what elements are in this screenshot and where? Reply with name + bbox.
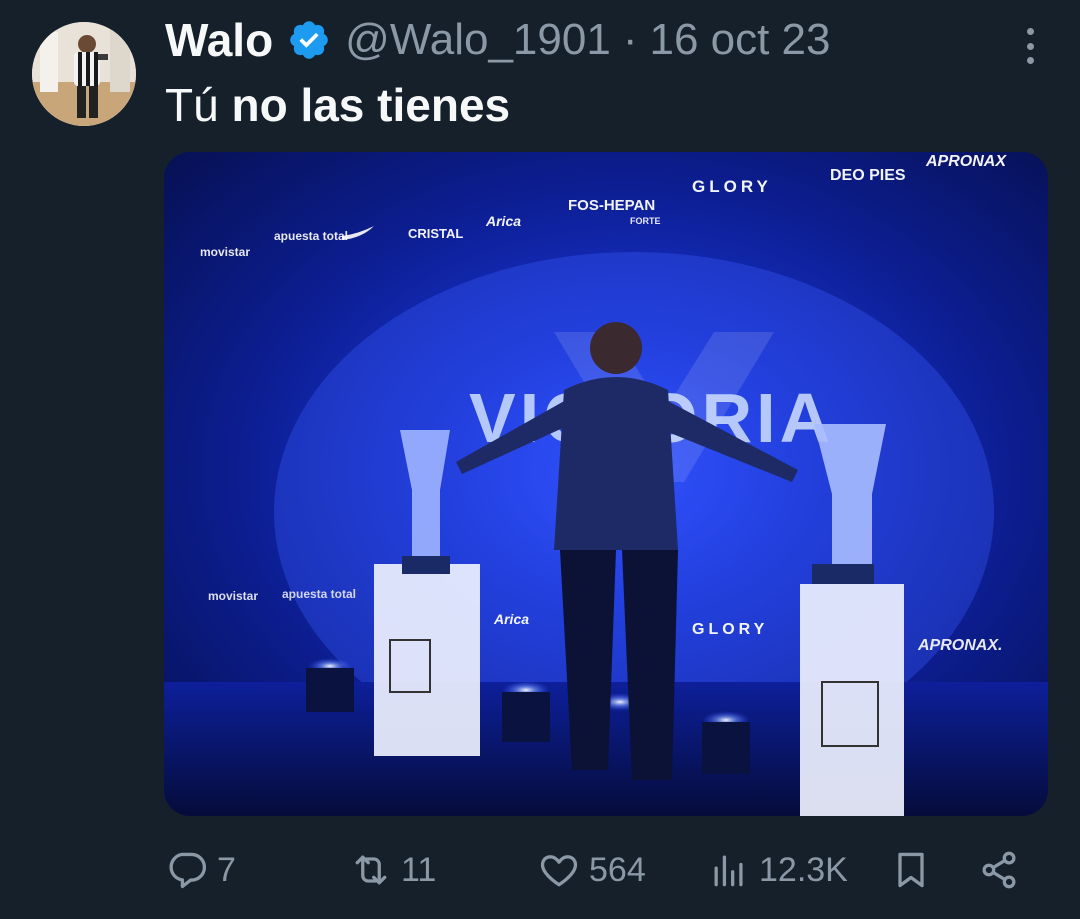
like-icon xyxy=(540,855,578,887)
sponsor-top-arica: Arica xyxy=(485,213,521,229)
header-separator: · xyxy=(622,15,638,64)
share-icon xyxy=(982,851,1016,889)
sponsor-top-deopies: DEO PIES xyxy=(830,167,906,184)
sponsor-top-apuesta: apuesta total xyxy=(274,229,348,243)
tweet-text: Tú no las tienes xyxy=(165,78,510,132)
sponsor-bottom-arica: Arica xyxy=(493,611,529,627)
more-options-icon[interactable] xyxy=(1024,28,1036,64)
repost-count: 11 xyxy=(401,850,437,889)
sponsor-top-apronax: APRONAX xyxy=(925,153,1007,170)
avatar[interactable] xyxy=(32,22,136,126)
tweet-text-bold: no las tienes xyxy=(231,79,511,131)
like-count: 564 xyxy=(589,850,646,889)
sponsor-top-cristal: CRISTAL xyxy=(408,226,463,241)
reply-icon xyxy=(169,852,207,889)
avatar-photo xyxy=(32,22,136,126)
repost-icon xyxy=(355,855,387,885)
tweet-text-plain: Tú xyxy=(165,79,232,131)
reply-count: 7 xyxy=(217,850,236,889)
sponsor-bottom-apronax: APRONAX. xyxy=(917,637,1002,654)
views-count: 12.3K xyxy=(759,850,848,889)
tweet-date[interactable]: 16 oct 23 xyxy=(649,15,830,65)
sponsor-bottom-apuesta: apuesta total xyxy=(282,587,356,601)
tweet-header: Walo @Walo_1901 · 16 oct 23 xyxy=(165,10,1040,70)
sponsor-top-forte: FORTE xyxy=(630,216,661,226)
views-button[interactable]: 12.3K xyxy=(707,842,848,898)
bookmark-button[interactable] xyxy=(889,842,933,898)
views-icon xyxy=(714,855,743,887)
repost-button[interactable]: 11 xyxy=(349,842,436,898)
sponsor-bottom-glory: GLORY xyxy=(692,621,768,638)
reply-button[interactable]: 7 xyxy=(165,842,236,898)
sponsor-top-movistar: movistar xyxy=(200,245,250,259)
tweet-action-bar: 7 11 564 12.3K xyxy=(165,842,1035,898)
tweet-media-photo[interactable]: movistar apuesta total CRISTAL Arica FOS… xyxy=(164,152,1048,816)
author-handle[interactable]: @Walo_1901 xyxy=(345,15,611,65)
like-button[interactable]: 564 xyxy=(537,842,646,898)
sponsor-top-glory: GLORY xyxy=(692,177,772,196)
author-name[interactable]: Walo xyxy=(165,13,273,67)
photo-scene: movistar apuesta total CRISTAL Arica FOS… xyxy=(164,153,1048,816)
share-button[interactable] xyxy=(977,842,1021,898)
verified-badge-icon xyxy=(290,21,328,59)
sponsor-top-foshepan: FOS-HEPAN xyxy=(568,197,655,214)
bookmark-icon xyxy=(898,852,924,888)
sponsor-bottom-movistar: movistar xyxy=(208,589,258,603)
